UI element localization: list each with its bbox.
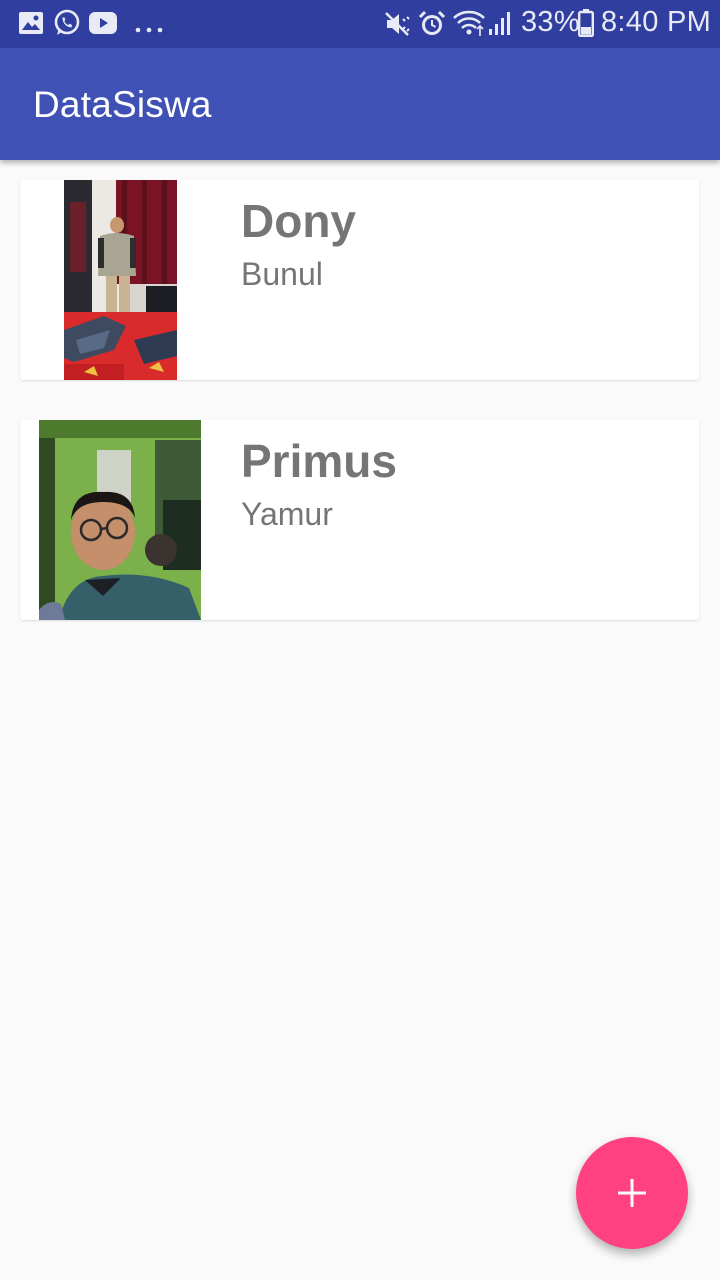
gallery-icon <box>18 11 44 40</box>
screen: 33% 8:40 PM DataSiswa Dony Bunul Primus … <box>0 0 720 1280</box>
student-name: Primus <box>241 435 397 487</box>
status-bar: 33% 8:40 PM <box>0 0 720 48</box>
student-photo <box>39 420 201 620</box>
app-title: DataSiswa <box>33 84 212 125</box>
signal-icon <box>488 10 514 41</box>
clock: 8:40 PM <box>601 6 712 38</box>
app-bar: DataSiswa <box>0 48 720 160</box>
student-subtitle: Yamur <box>241 496 333 532</box>
student-name: Dony <box>241 195 356 247</box>
add-icon <box>618 1179 646 1207</box>
mute-icon <box>384 10 412 43</box>
battery-percent: 33% <box>521 6 580 38</box>
youtube-icon <box>89 12 117 39</box>
whatsapp-icon <box>53 9 81 42</box>
student-photo <box>64 180 177 380</box>
student-subtitle: Bunul <box>241 256 323 292</box>
battery-icon <box>578 9 595 42</box>
student-card[interactable]: Dony Bunul <box>20 180 699 380</box>
student-card[interactable]: Primus Yamur <box>20 420 699 620</box>
add-student-button[interactable] <box>576 1137 688 1249</box>
wifi-icon <box>452 9 486 42</box>
more-notifications-icon <box>135 20 163 38</box>
alarm-icon <box>418 9 446 44</box>
